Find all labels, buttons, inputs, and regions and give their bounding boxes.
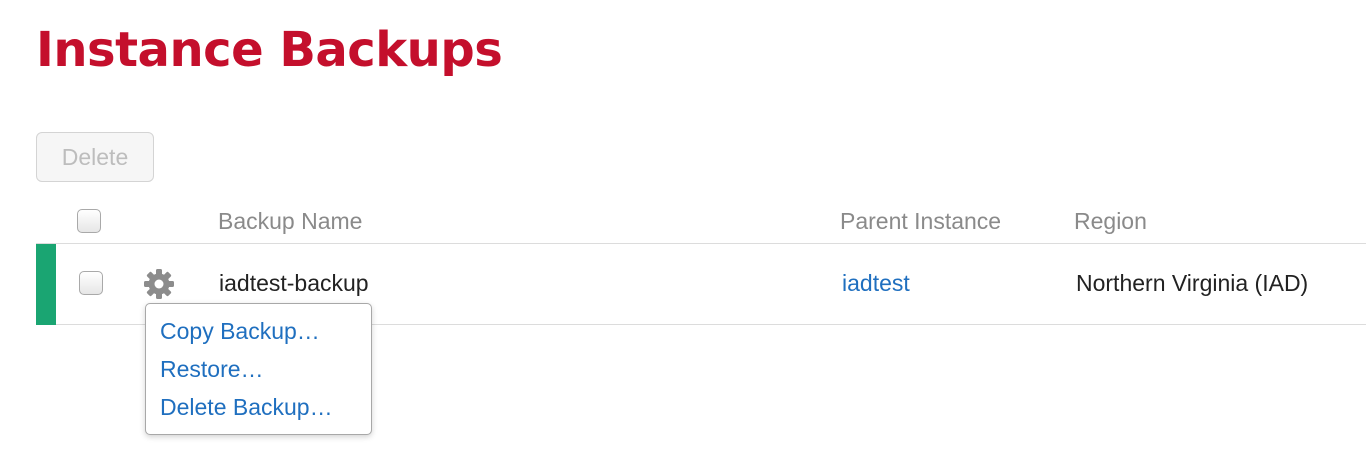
header-divider xyxy=(36,243,1366,244)
column-header-parent-instance[interactable]: Parent Instance xyxy=(840,207,1001,235)
menu-item-restore[interactable]: Restore… xyxy=(160,355,264,383)
select-all-checkbox[interactable] xyxy=(77,209,101,233)
gear-icon[interactable] xyxy=(143,268,175,300)
region-cell: Northern Virginia (IAD) xyxy=(1076,270,1309,296)
page-title: Instance Backups xyxy=(36,22,503,78)
row-actions-menu: Copy Backup… Restore… Delete Backup… xyxy=(145,303,372,435)
backup-name-cell: iadtest-backup xyxy=(219,270,369,296)
column-header-region[interactable]: Region xyxy=(1074,207,1147,235)
delete-button[interactable]: Delete xyxy=(36,132,154,182)
column-header-backup-name[interactable]: Backup Name xyxy=(218,207,362,235)
menu-item-copy-backup[interactable]: Copy Backup… xyxy=(160,317,320,345)
row-status-accent xyxy=(36,244,56,325)
row-checkbox[interactable] xyxy=(79,271,103,295)
menu-item-delete-backup[interactable]: Delete Backup… xyxy=(160,393,333,421)
parent-instance-link[interactable]: iadtest xyxy=(842,269,910,297)
